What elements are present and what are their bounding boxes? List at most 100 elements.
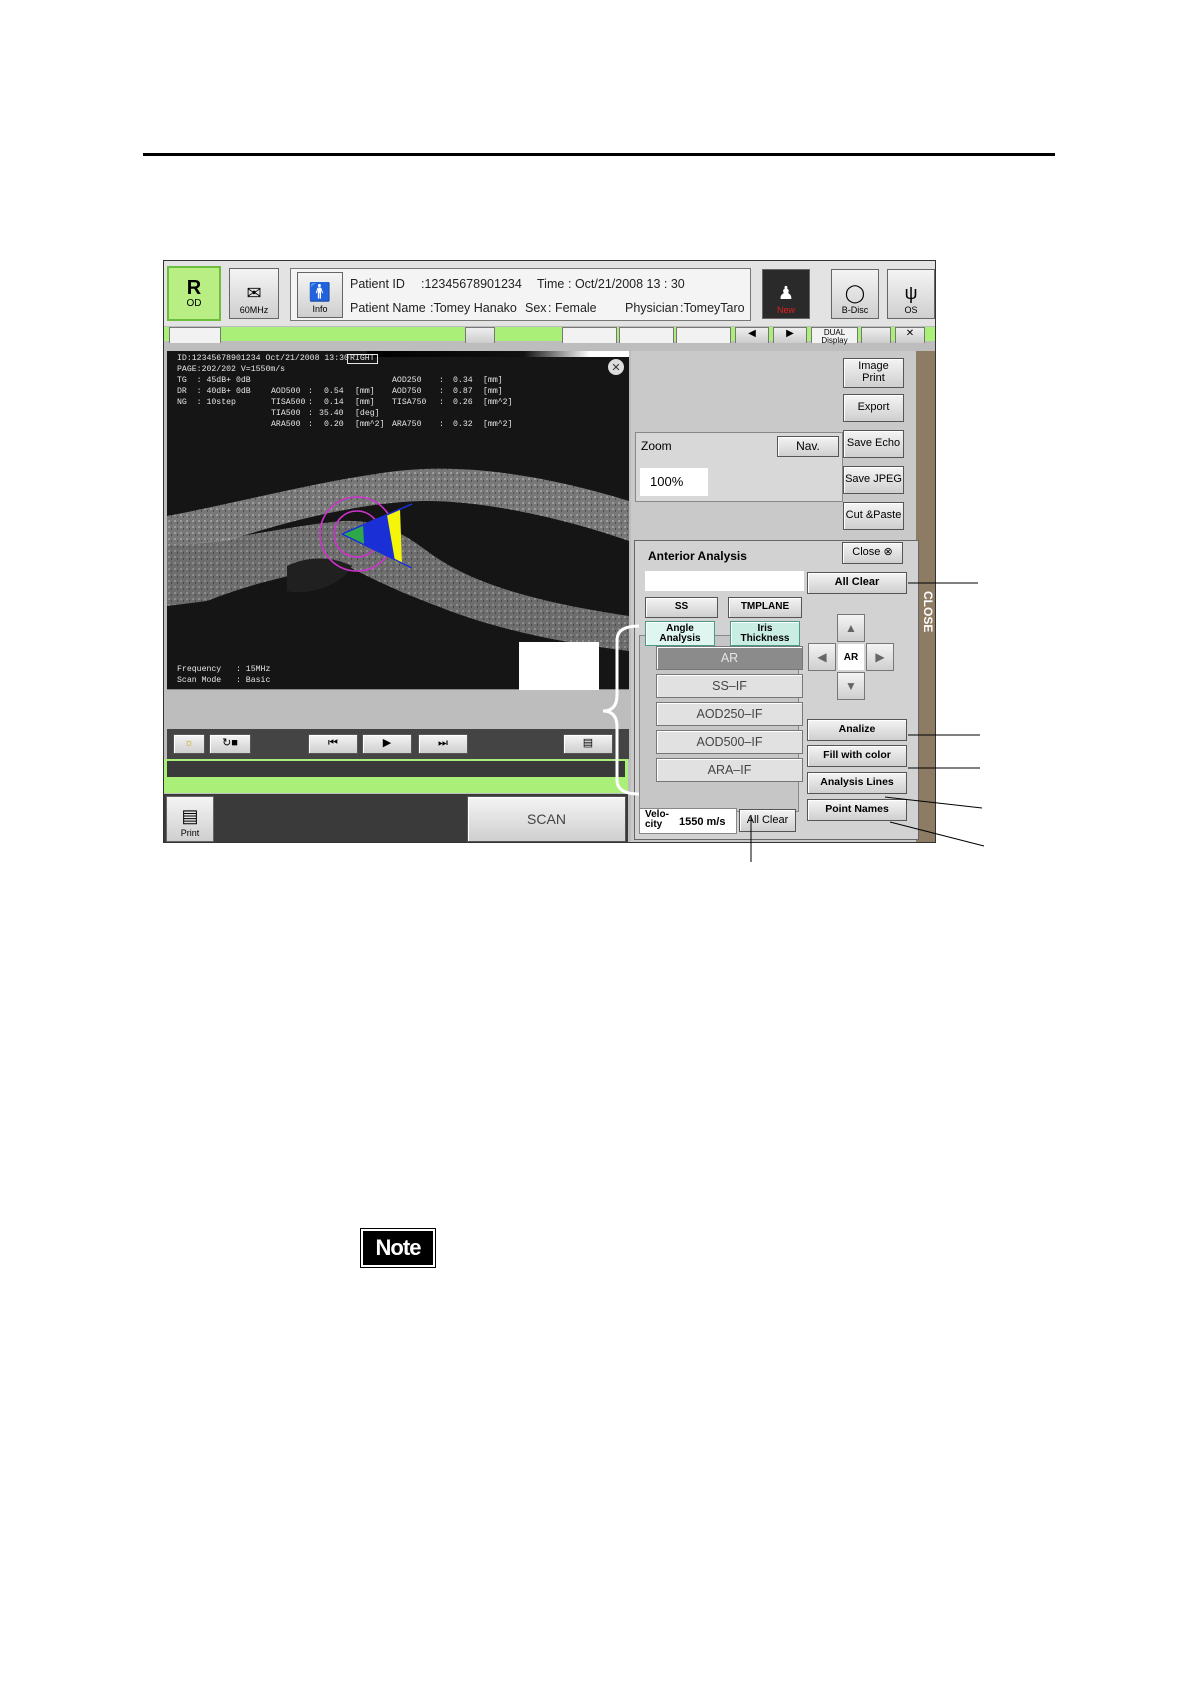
close-button[interactable]: Close ⊗ <box>842 542 903 564</box>
tab-4[interactable] <box>676 327 731 343</box>
patient-id-label: Patient ID <box>350 277 405 291</box>
all-clear-bottom-button[interactable]: All Clear <box>739 809 796 832</box>
meas-colon: : <box>439 420 444 429</box>
overlay-close-icon[interactable]: ✕ <box>608 359 624 375</box>
side-badge: RIGHT <box>347 354 378 365</box>
meas-colon: : <box>439 376 444 385</box>
scan-button[interactable]: SCAN <box>467 796 626 842</box>
tab-3[interactable] <box>619 327 674 343</box>
tab-1[interactable] <box>169 327 221 343</box>
meas-value: 0.32 <box>453 420 473 429</box>
meas-name: AOD750 <box>392 387 422 396</box>
meas-unit: [mm] <box>483 387 503 396</box>
image-tab-icon[interactable] <box>465 327 495 343</box>
meas-name: ARA750 <box>392 420 422 429</box>
export-button[interactable]: Export <box>843 394 904 422</box>
meas-name: TIA500 <box>271 409 301 418</box>
zoom-label: Zoom <box>641 439 672 453</box>
playback-bar: ☼ ↻■ ⏮ ▶ ⏭ ▤ <box>167 729 629 759</box>
tab-2[interactable] <box>562 327 617 343</box>
nav-button[interactable]: Nav. <box>777 436 839 457</box>
velocity-field[interactable]: Velo- city 1550 m/s <box>639 808 737 834</box>
image-mode-icon[interactable] <box>861 327 891 343</box>
meas-value: 0.14 <box>324 398 344 407</box>
print-label: Print <box>180 828 200 838</box>
close-label: Close <box>852 546 881 559</box>
status-strip <box>164 759 628 793</box>
analysis-item-ss-if[interactable]: SS–IF <box>656 674 803 698</box>
point-names-button[interactable]: Point Names <box>807 799 907 821</box>
tab-iris-thickness[interactable]: Iris Thickness <box>730 621 800 646</box>
loop-icon[interactable]: ↻■ <box>209 734 251 754</box>
physician-label: Physician <box>625 301 679 315</box>
analysis-lines-button[interactable]: Analysis Lines <box>807 772 907 794</box>
meas-colon: : <box>308 387 313 396</box>
analize-button[interactable]: Analize <box>807 719 907 741</box>
meas-colon: : <box>439 398 444 407</box>
close-x-icon[interactable]: ✕ <box>895 327 925 343</box>
next-page-icon[interactable]: ▶ <box>773 327 807 343</box>
eye-od-label: OD <box>186 298 202 309</box>
meas-value: 35.40 <box>319 409 344 418</box>
arrow-right-icon[interactable]: ▶ <box>866 643 894 671</box>
bdisc-button[interactable]: ◯ B-Disc <box>831 269 879 319</box>
tab-angle-analysis[interactable]: Angle Analysis <box>645 621 715 646</box>
tmplane-button[interactable]: TMPLANE <box>728 597 802 618</box>
anterior-title: Anterior Analysis <box>648 549 747 563</box>
eye-od-button[interactable]: R OD <box>167 266 221 321</box>
overlay-page: PAGE:202/202 V=1550m/s <box>177 365 286 374</box>
print-icon: ▤ <box>181 806 199 826</box>
ss-button[interactable]: SS <box>645 597 718 618</box>
brightness-icon[interactable]: ☼ <box>173 734 205 754</box>
meas-name: AOD500 <box>271 387 301 396</box>
arrow-left-icon[interactable]: ◀ <box>808 643 836 671</box>
arrow-down-icon[interactable]: ▼ <box>837 672 865 700</box>
bottom-bar: ▤ Print SCAN <box>164 794 628 842</box>
save-jpeg-button[interactable]: Save JPEG <box>843 466 904 494</box>
analysis-item-aod500-if[interactable]: AOD500–IF <box>656 730 803 754</box>
zoom-value-field[interactable]: 100% <box>640 468 708 496</box>
angle-analysis-list: AR SS–IF AOD250–IF AOD500–IF ARA–IF <box>639 635 803 812</box>
probe-icon: ✉ <box>246 283 262 303</box>
meas-unit: [mm] <box>483 376 503 385</box>
overlay-scan-mode: Scan Mode : Basic <box>177 676 271 685</box>
bdisc-icon: ◯ <box>844 283 866 303</box>
meas-unit: [mm^2] <box>483 398 513 407</box>
image-print-button[interactable]: Image Print <box>843 358 904 388</box>
meas-value: 0.54 <box>324 387 344 396</box>
right-eye-icon: R <box>186 277 202 299</box>
close-side-label: CLOSE <box>921 591 935 633</box>
fill-with-color-button[interactable]: Fill with color <box>807 745 907 767</box>
new-patient-icon: ♟ <box>777 283 795 303</box>
velocity-label: Velo- city <box>645 809 669 830</box>
patient-name-label: Patient Name <box>350 301 426 315</box>
probe-button[interactable]: ✉ 60MHz <box>229 268 279 319</box>
analysis-item-ar[interactable]: AR <box>656 646 803 670</box>
new-label: New <box>776 305 795 315</box>
ubm-image-area[interactable]: ID:12345678901234 Oct/21/2008 13:30 RIGH… <box>167 351 629 690</box>
dual-display-tab[interactable]: DUAL Display <box>811 327 858 345</box>
eye-os-label: OS <box>904 305 918 315</box>
print-button[interactable]: ▤ Print <box>166 796 214 842</box>
note-badge: Note <box>363 1231 433 1265</box>
name-input[interactable] <box>645 571 804 591</box>
close-side-tab[interactable]: CLOSE <box>916 351 935 842</box>
arrow-up-icon[interactable]: ▲ <box>837 614 865 642</box>
prev-page-icon[interactable]: ◀ <box>735 327 769 343</box>
new-patient-button[interactable]: ♟ New <box>762 269 810 319</box>
status-bar-dark <box>167 761 625 777</box>
cut-paste-button[interactable]: Cut &Paste <box>843 502 904 530</box>
play-icon[interactable]: ▶ <box>362 734 412 754</box>
analysis-item-ara-if[interactable]: ARA–IF <box>656 758 803 782</box>
skip-back-icon[interactable]: ⏮ <box>308 734 358 754</box>
all-clear-top-button[interactable]: All Clear <box>807 572 907 594</box>
meas-name: AOD250 <box>392 376 422 385</box>
film-icon[interactable]: ▤ <box>563 734 613 754</box>
analysis-item-aod250-if[interactable]: AOD250–IF <box>656 702 803 726</box>
skip-forward-icon[interactable]: ⏭ <box>418 734 468 754</box>
save-echo-button[interactable]: Save Echo <box>843 430 904 458</box>
meas-name: TISA750 <box>392 398 427 407</box>
dpad-center: AR <box>838 644 864 670</box>
info-button[interactable]: 🚹 Info <box>297 272 343 318</box>
eye-os-button[interactable]: ψ OS <box>887 269 935 319</box>
